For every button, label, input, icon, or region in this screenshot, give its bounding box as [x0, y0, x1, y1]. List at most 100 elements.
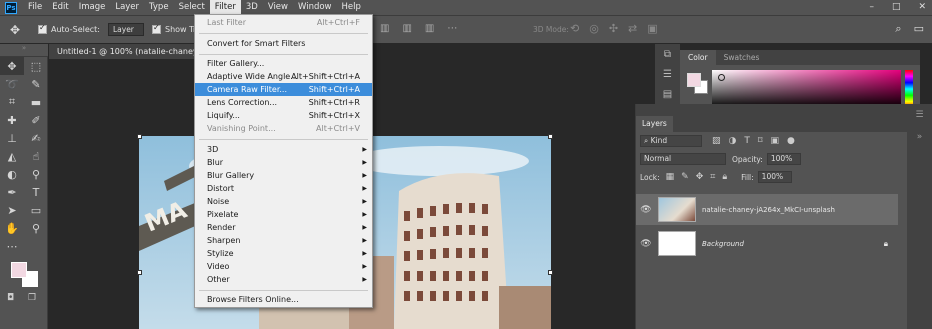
- menu-item-sharpen[interactable]: Sharpen ▶: [195, 234, 372, 247]
- lock-all-icon[interactable]: 🔒︎: [722, 172, 727, 182]
- menu-select[interactable]: Select: [174, 0, 210, 15]
- more-tools-icon[interactable]: ⋯: [0, 237, 24, 255]
- search-icon[interactable]: ⌕: [895, 22, 901, 36]
- filter-adjustment-icon[interactable]: ◑: [729, 136, 737, 146]
- roll-3d-icon[interactable]: ◎: [589, 22, 599, 35]
- menu-item-lens-correction[interactable]: Lens Correction... Shift+Ctrl+R: [195, 96, 372, 109]
- tab-swatches[interactable]: Swatches: [716, 50, 768, 65]
- lock-icon[interactable]: 🔒︎: [884, 239, 888, 249]
- path-select-tool-icon[interactable]: ➤: [0, 201, 24, 219]
- move-tool-icon[interactable]: ✥: [0, 23, 30, 37]
- menu-3d[interactable]: 3D: [241, 0, 263, 15]
- blend-mode-select[interactable]: Normal: [640, 153, 726, 165]
- libraries-icon[interactable]: ▤: [655, 84, 680, 104]
- menu-edit[interactable]: Edit: [47, 0, 73, 15]
- menu-filter[interactable]: Filter: [209, 0, 241, 15]
- align-right-icon[interactable]: ▥: [425, 23, 434, 34]
- transform-handle-ml[interactable]: [137, 270, 142, 275]
- menu-help[interactable]: Help: [337, 0, 366, 15]
- slide-3d-icon[interactable]: ⇄: [628, 22, 637, 35]
- filter-toggle-icon[interactable]: ●: [787, 136, 795, 146]
- pen-tool-icon[interactable]: ✒: [0, 183, 24, 201]
- menu-item-adaptive-wide-angle[interactable]: Adaptive Wide Angle... Alt+Shift+Ctrl+A: [195, 70, 372, 83]
- align-left-icon[interactable]: ▥: [380, 23, 389, 34]
- menu-item-camera-raw-filter[interactable]: Camera Raw Filter... Shift+Ctrl+A: [195, 83, 372, 96]
- workspace-icon[interactable]: ▭: [914, 22, 924, 36]
- marquee-tool-icon[interactable]: ⬚: [24, 57, 48, 75]
- menu-type[interactable]: Type: [144, 0, 174, 15]
- stamp-tool-icon[interactable]: ⊥: [0, 129, 24, 147]
- panel-menu-icon[interactable]: ☰: [907, 104, 932, 126]
- auto-select-dropdown[interactable]: Layer: [107, 23, 144, 36]
- document-tab[interactable]: Untitled-1 @ 100% (natalie-chaney-jA26: [49, 44, 199, 59]
- layer-row-photo[interactable]: 👁︎ natalie-chaney-jA264x_MkCI-unsplash: [636, 194, 898, 225]
- quick-select-tool-icon[interactable]: ✎: [24, 75, 48, 93]
- hand-tool-icon[interactable]: ✋: [0, 219, 24, 237]
- eye-icon[interactable]: 👁︎: [636, 239, 656, 249]
- filter-pixel-icon[interactable]: ▨: [712, 136, 721, 146]
- menu-item-pixelate[interactable]: Pixelate ▶: [195, 208, 372, 221]
- zoom-tool-icon[interactable]: ⚲: [24, 219, 48, 237]
- scale-3d-icon[interactable]: ▣: [647, 22, 657, 35]
- smudge-tool-icon[interactable]: ☝: [24, 147, 48, 165]
- type-tool-icon[interactable]: T: [24, 183, 48, 201]
- ruler-tool-icon[interactable]: ▬: [24, 93, 48, 111]
- menu-item-video[interactable]: Video ▶: [195, 260, 372, 273]
- opacity-input[interactable]: 100%: [766, 153, 801, 165]
- menu-item-liquify[interactable]: Liquify... Shift+Ctrl+X: [195, 109, 372, 122]
- tab-color[interactable]: Color: [680, 50, 716, 65]
- menu-item-distort[interactable]: Distort ▶: [195, 182, 372, 195]
- panel-collapse-icon[interactable]: »: [907, 126, 932, 148]
- color-picker-field[interactable]: [712, 70, 901, 108]
- filter-shape-icon[interactable]: ⌑: [758, 136, 763, 146]
- dodge-tool-icon[interactable]: ◐: [0, 165, 24, 183]
- brush-tool-icon[interactable]: ✐: [24, 111, 48, 129]
- menu-item-stylize[interactable]: Stylize ▶: [195, 247, 372, 260]
- layer-kind-filter[interactable]: ⌕ Kind: [640, 135, 702, 147]
- align-center-icon[interactable]: ▥: [402, 23, 411, 34]
- properties-icon[interactable]: ☰: [655, 64, 680, 84]
- fill-input[interactable]: 100%: [757, 171, 792, 183]
- filter-type-icon[interactable]: T: [744, 136, 750, 146]
- menu-view[interactable]: View: [263, 0, 293, 15]
- menu-item-blur-gallery[interactable]: Blur Gallery ▶: [195, 169, 372, 182]
- menu-item-blur[interactable]: Blur ▶: [195, 156, 372, 169]
- tab-layers[interactable]: Layers: [636, 116, 673, 132]
- menu-item-noise[interactable]: Noise ▶: [195, 195, 372, 208]
- move-tool-icon[interactable]: ✥: [0, 57, 24, 75]
- drag-3d-icon[interactable]: ✣: [609, 22, 618, 35]
- menu-item-render[interactable]: Render ▶: [195, 221, 372, 234]
- quick-mask-icon[interactable]: ◘: [7, 293, 14, 303]
- lock-artboard-icon[interactable]: ⌗: [710, 172, 715, 182]
- transform-handle-tl[interactable]: [137, 134, 142, 139]
- transform-handle-mr[interactable]: [548, 270, 553, 275]
- menu-item-filter-gallery[interactable]: Filter Gallery...: [195, 57, 372, 70]
- lock-paint-icon[interactable]: ✎: [681, 172, 689, 182]
- menu-image[interactable]: Image: [74, 0, 111, 15]
- menu-item-browse-filters-online[interactable]: Browse Filters Online...: [195, 293, 372, 306]
- menu-item-other[interactable]: Other ▶: [195, 273, 372, 286]
- menu-window[interactable]: Window: [293, 0, 337, 15]
- hue-slider[interactable]: [905, 70, 913, 108]
- show-transform-checkbox[interactable]: [151, 23, 161, 34]
- color-foreground-swatch[interactable]: [687, 73, 701, 87]
- toolbar-collapse-handle[interactable]: »: [0, 44, 48, 57]
- filter-smart-icon[interactable]: ▣: [771, 136, 780, 146]
- transform-handle-tr[interactable]: [548, 134, 553, 139]
- distribute-icon[interactable]: ⋯: [447, 23, 457, 34]
- close-button[interactable]: ✕: [918, 2, 926, 12]
- auto-select-checkbox[interactable]: [38, 23, 47, 34]
- foreground-color-swatch[interactable]: [11, 262, 27, 278]
- menu-layer[interactable]: Layer: [110, 0, 144, 15]
- maximize-button[interactable]: □: [892, 2, 901, 12]
- lasso-tool-icon[interactable]: ➰: [0, 75, 24, 93]
- history-icon[interactable]: ⧉: [655, 44, 680, 64]
- layer-row-background[interactable]: 👁︎ Background 🔒︎: [636, 228, 898, 259]
- color-picker-cursor[interactable]: [718, 74, 725, 81]
- lock-position-icon[interactable]: ✥: [696, 172, 704, 182]
- menu-item-3d[interactable]: 3D ▶: [195, 143, 372, 156]
- rectangle-tool-icon[interactable]: ▭: [24, 201, 48, 219]
- burn-tool-icon[interactable]: ⚲: [24, 165, 48, 183]
- crop-tool-icon[interactable]: ⌗: [0, 93, 24, 111]
- menu-file[interactable]: File: [23, 0, 47, 15]
